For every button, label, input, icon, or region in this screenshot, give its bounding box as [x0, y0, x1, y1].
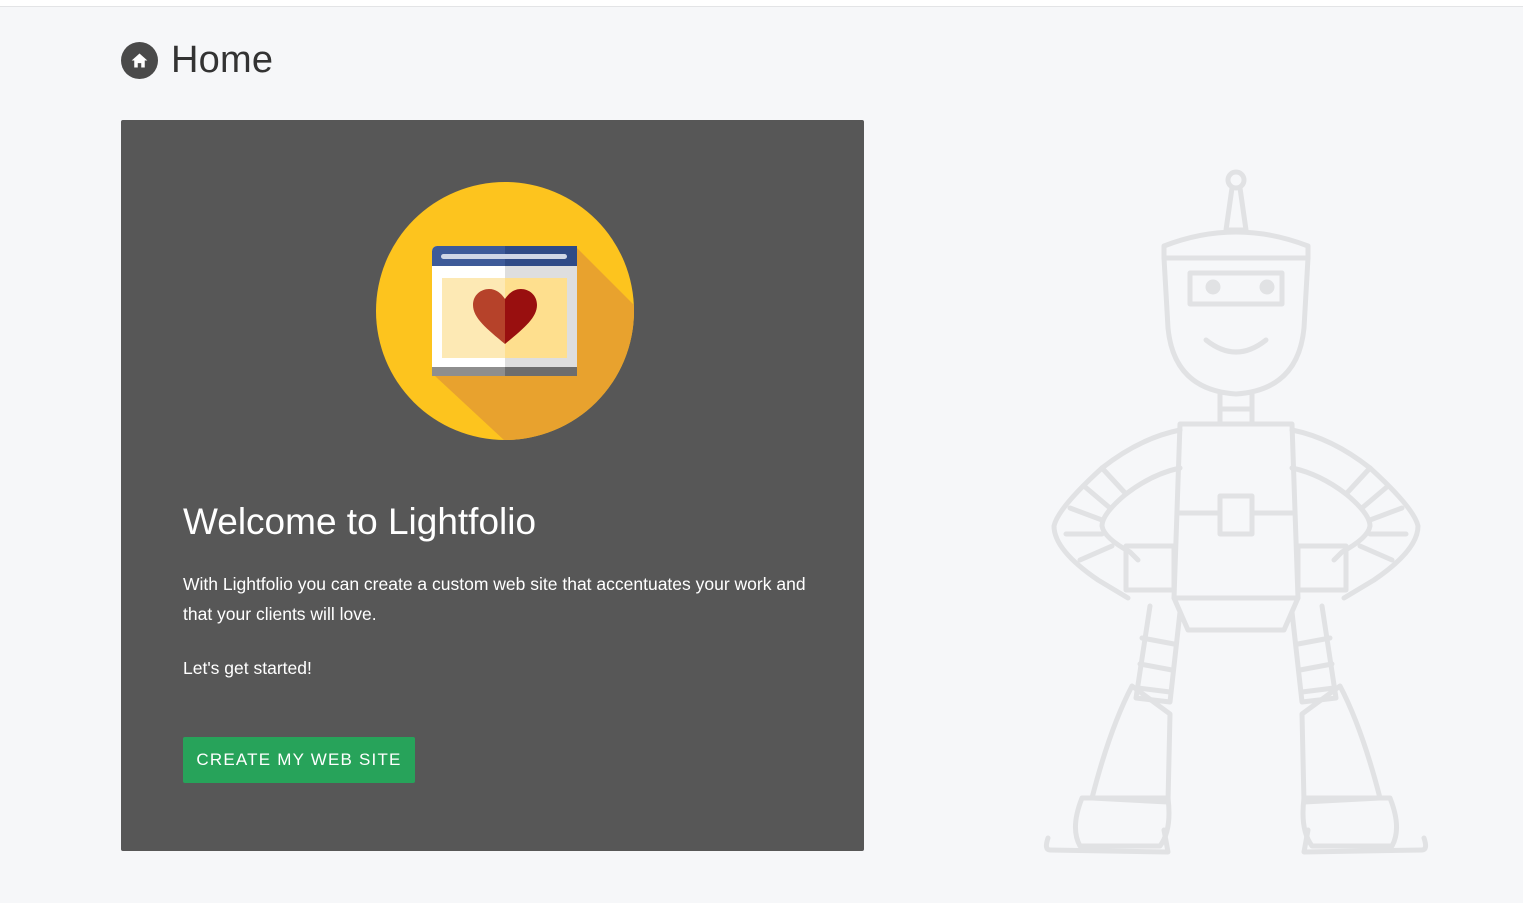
robot-mascot-icon	[1043, 169, 1429, 855]
welcome-cta-text: Let's get started!	[183, 658, 312, 678]
welcome-description: With Lightfolio you can create a custom …	[183, 574, 806, 624]
welcome-card: Welcome to Lightfolio With Lightfolio yo…	[121, 120, 864, 851]
welcome-title: Welcome to Lightfolio	[183, 501, 537, 542]
top-bar	[0, 0, 1523, 7]
page-header: Home	[121, 38, 274, 81]
browser-heart-icon	[376, 182, 634, 440]
page-title: Home	[171, 38, 274, 81]
home-icon	[121, 41, 158, 79]
create-web-site-button[interactable]: CREATE MY WEB SITE	[183, 737, 415, 783]
